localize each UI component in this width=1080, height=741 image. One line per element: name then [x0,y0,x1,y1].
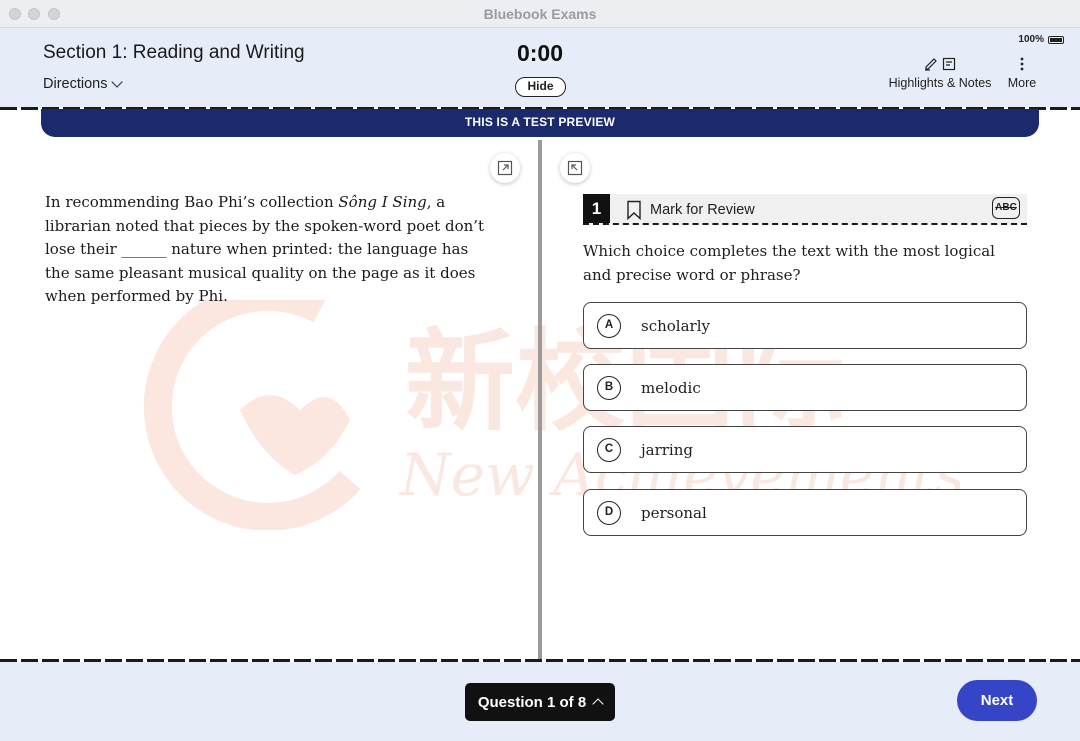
next-button[interactable]: Next [957,680,1037,721]
more-label: More [1007,76,1037,90]
hide-timer-button[interactable]: Hide [515,77,566,97]
passage-text-start: In recommending Bao Phi’s collection [45,193,339,211]
directions-toggle[interactable]: Directions [43,76,124,92]
choice-c-letter: C [597,437,621,462]
choice-c[interactable]: C jarring [583,426,1027,473]
section-title: Section 1: Reading and Writing [43,42,305,63]
directions-label: Directions [43,76,108,92]
expand-icon [497,160,513,176]
chevron-down-icon [111,76,124,88]
question-navigator-button[interactable]: Question 1 of 8 [465,683,615,721]
vertical-dots-icon [1020,57,1024,71]
pane-divider[interactable] [538,140,542,660]
choice-a-letter: A [597,313,621,338]
test-preview-banner: THIS IS A TEST PREVIEW [41,109,1039,137]
exam-header: Section 1: Reading and Writing Direction… [0,28,1080,108]
highlights-notes-button[interactable]: Highlights & Notes [888,56,992,90]
choice-a-text: scholarly [641,316,710,335]
notes-icon [942,57,956,71]
highlights-notes-label: Highlights & Notes [888,76,992,90]
mark-for-review-label: Mark for Review [650,202,755,218]
mark-for-review-button[interactable]: Mark for Review [626,200,755,220]
highlighter-icon [925,58,937,71]
battery-status: 100% [1018,34,1064,45]
answer-eliminator-button[interactable]: ABC [992,197,1020,219]
choice-b[interactable]: B melodic [583,364,1027,411]
exam-footer: Question 1 of 8 Next [0,662,1080,741]
choice-b-text: melodic [641,378,701,397]
choice-d[interactable]: D personal [583,489,1027,536]
bookmark-icon [627,200,641,220]
expand-question-button[interactable] [560,153,590,183]
chevron-up-icon [592,698,604,710]
choice-a[interactable]: A scholarly [583,302,1027,349]
question-navigator-label: Question 1 of 8 [477,693,587,711]
collapse-icon [567,160,583,176]
choice-b-letter: B [597,375,621,400]
window-title: Bluebook Exams [483,6,597,22]
question-header: 1 Mark for Review ABC [583,194,1027,225]
battery-percent: 100% [1018,34,1044,45]
passage-text: In recommending Bao Phi’s collection Sôn… [45,191,485,309]
more-menu-button[interactable]: More [1004,56,1040,90]
question-stem: Which choice completes the text with the… [583,242,995,284]
battery-icon [1048,35,1064,44]
choice-d-text: personal [641,503,707,522]
expand-passage-button[interactable] [490,153,520,183]
choice-c-text: jarring [641,440,693,459]
choice-d-letter: D [597,500,621,525]
window-titlebar: Bluebook Exams [0,0,1080,28]
question-number: 1 [583,194,610,223]
passage-book-title: Sông I Sing [338,193,427,211]
